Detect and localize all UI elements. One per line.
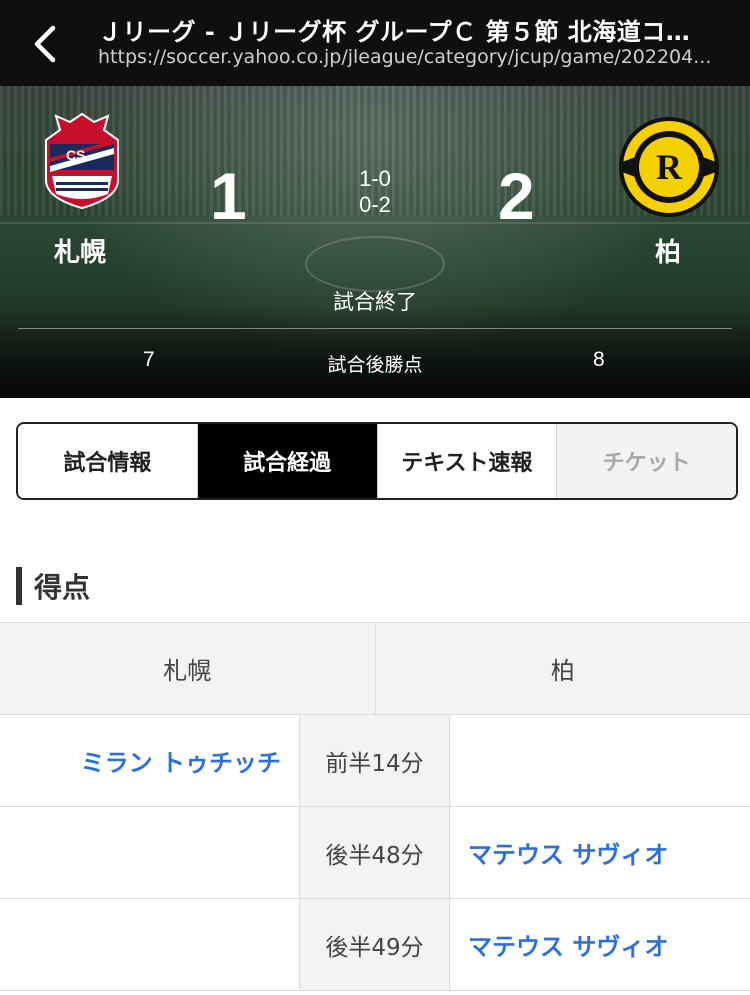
home-column-header: 札幌 — [0, 623, 376, 714]
svg-text:CS: CS — [66, 147, 85, 163]
away-team-name: 柏 — [655, 238, 682, 268]
away-team-logo[interactable]: R — [618, 116, 720, 218]
away-scorer-link[interactable]: マテウス サヴィオ — [450, 899, 750, 990]
home-scorer-link[interactable]: ミラン トゥチッチ — [0, 715, 300, 806]
match-tabs: 試合情報 試合経過 テキスト速報 チケット — [16, 422, 738, 500]
tab-ticket: チケット — [557, 424, 736, 498]
table-row: ミラン トゥチッチ 前半14分 — [0, 715, 750, 807]
match-status: 試合終了 — [333, 290, 417, 314]
home-scorer-link — [0, 807, 300, 898]
tab-match-info[interactable]: 試合情報 — [18, 424, 198, 498]
chevron-left-icon — [34, 25, 56, 63]
away-scorer-link[interactable]: マテウス サヴィオ — [450, 807, 750, 898]
points-label: 試合後勝点 — [327, 354, 423, 376]
home-team-logo[interactable]: CS — [38, 110, 126, 210]
goals-table-header: 札幌 柏 — [0, 622, 750, 715]
second-half-score: 0-2 — [359, 192, 391, 217]
section-heading: 得点 — [16, 566, 90, 606]
goal-time: 後半49分 — [300, 899, 450, 990]
back-button[interactable] — [22, 18, 66, 70]
tab-text-live[interactable]: テキスト速報 — [377, 424, 558, 498]
divider — [18, 328, 732, 329]
away-points: 8 — [593, 348, 605, 371]
goal-time: 後半48分 — [300, 807, 450, 898]
home-scorer-link — [0, 899, 300, 990]
tab-match-progress[interactable]: 試合経過 — [197, 424, 378, 498]
away-scorer-link — [450, 715, 750, 806]
away-score: 2 — [498, 159, 535, 233]
goals-table: 札幌 柏 ミラン トゥチッチ 前半14分 後半48分 マテウス サヴィオ 後半4… — [0, 622, 750, 991]
goal-time: 前半14分 — [300, 715, 450, 806]
page-url[interactable]: https://soccer.yahoo.co.jp/jleague/categ… — [98, 46, 728, 68]
page-title: Ｊリーグ - Ｊリーグ杯 グループＣ 第５節 北海道コ… — [98, 18, 691, 46]
away-column-header: 柏 — [550, 657, 575, 685]
home-points: 7 — [143, 348, 155, 371]
browser-header: Ｊリーグ - Ｊリーグ杯 グループＣ 第５節 北海道コ… https://soc… — [0, 0, 750, 86]
svg-text:R: R — [656, 147, 683, 187]
scoreboard: CS R 札幌 柏 1 2 1-0 0-2 試合終了 7 試合後勝点 8 — [0, 86, 750, 398]
section-title: 得点 — [34, 571, 91, 604]
first-half-score: 1-0 — [359, 166, 391, 191]
home-team-name: 札幌 — [54, 238, 107, 268]
table-row: 後半49分 マテウス サヴィオ — [0, 899, 750, 991]
home-score: 1 — [210, 159, 247, 233]
table-row: 後半48分 マテウス サヴィオ — [0, 807, 750, 899]
